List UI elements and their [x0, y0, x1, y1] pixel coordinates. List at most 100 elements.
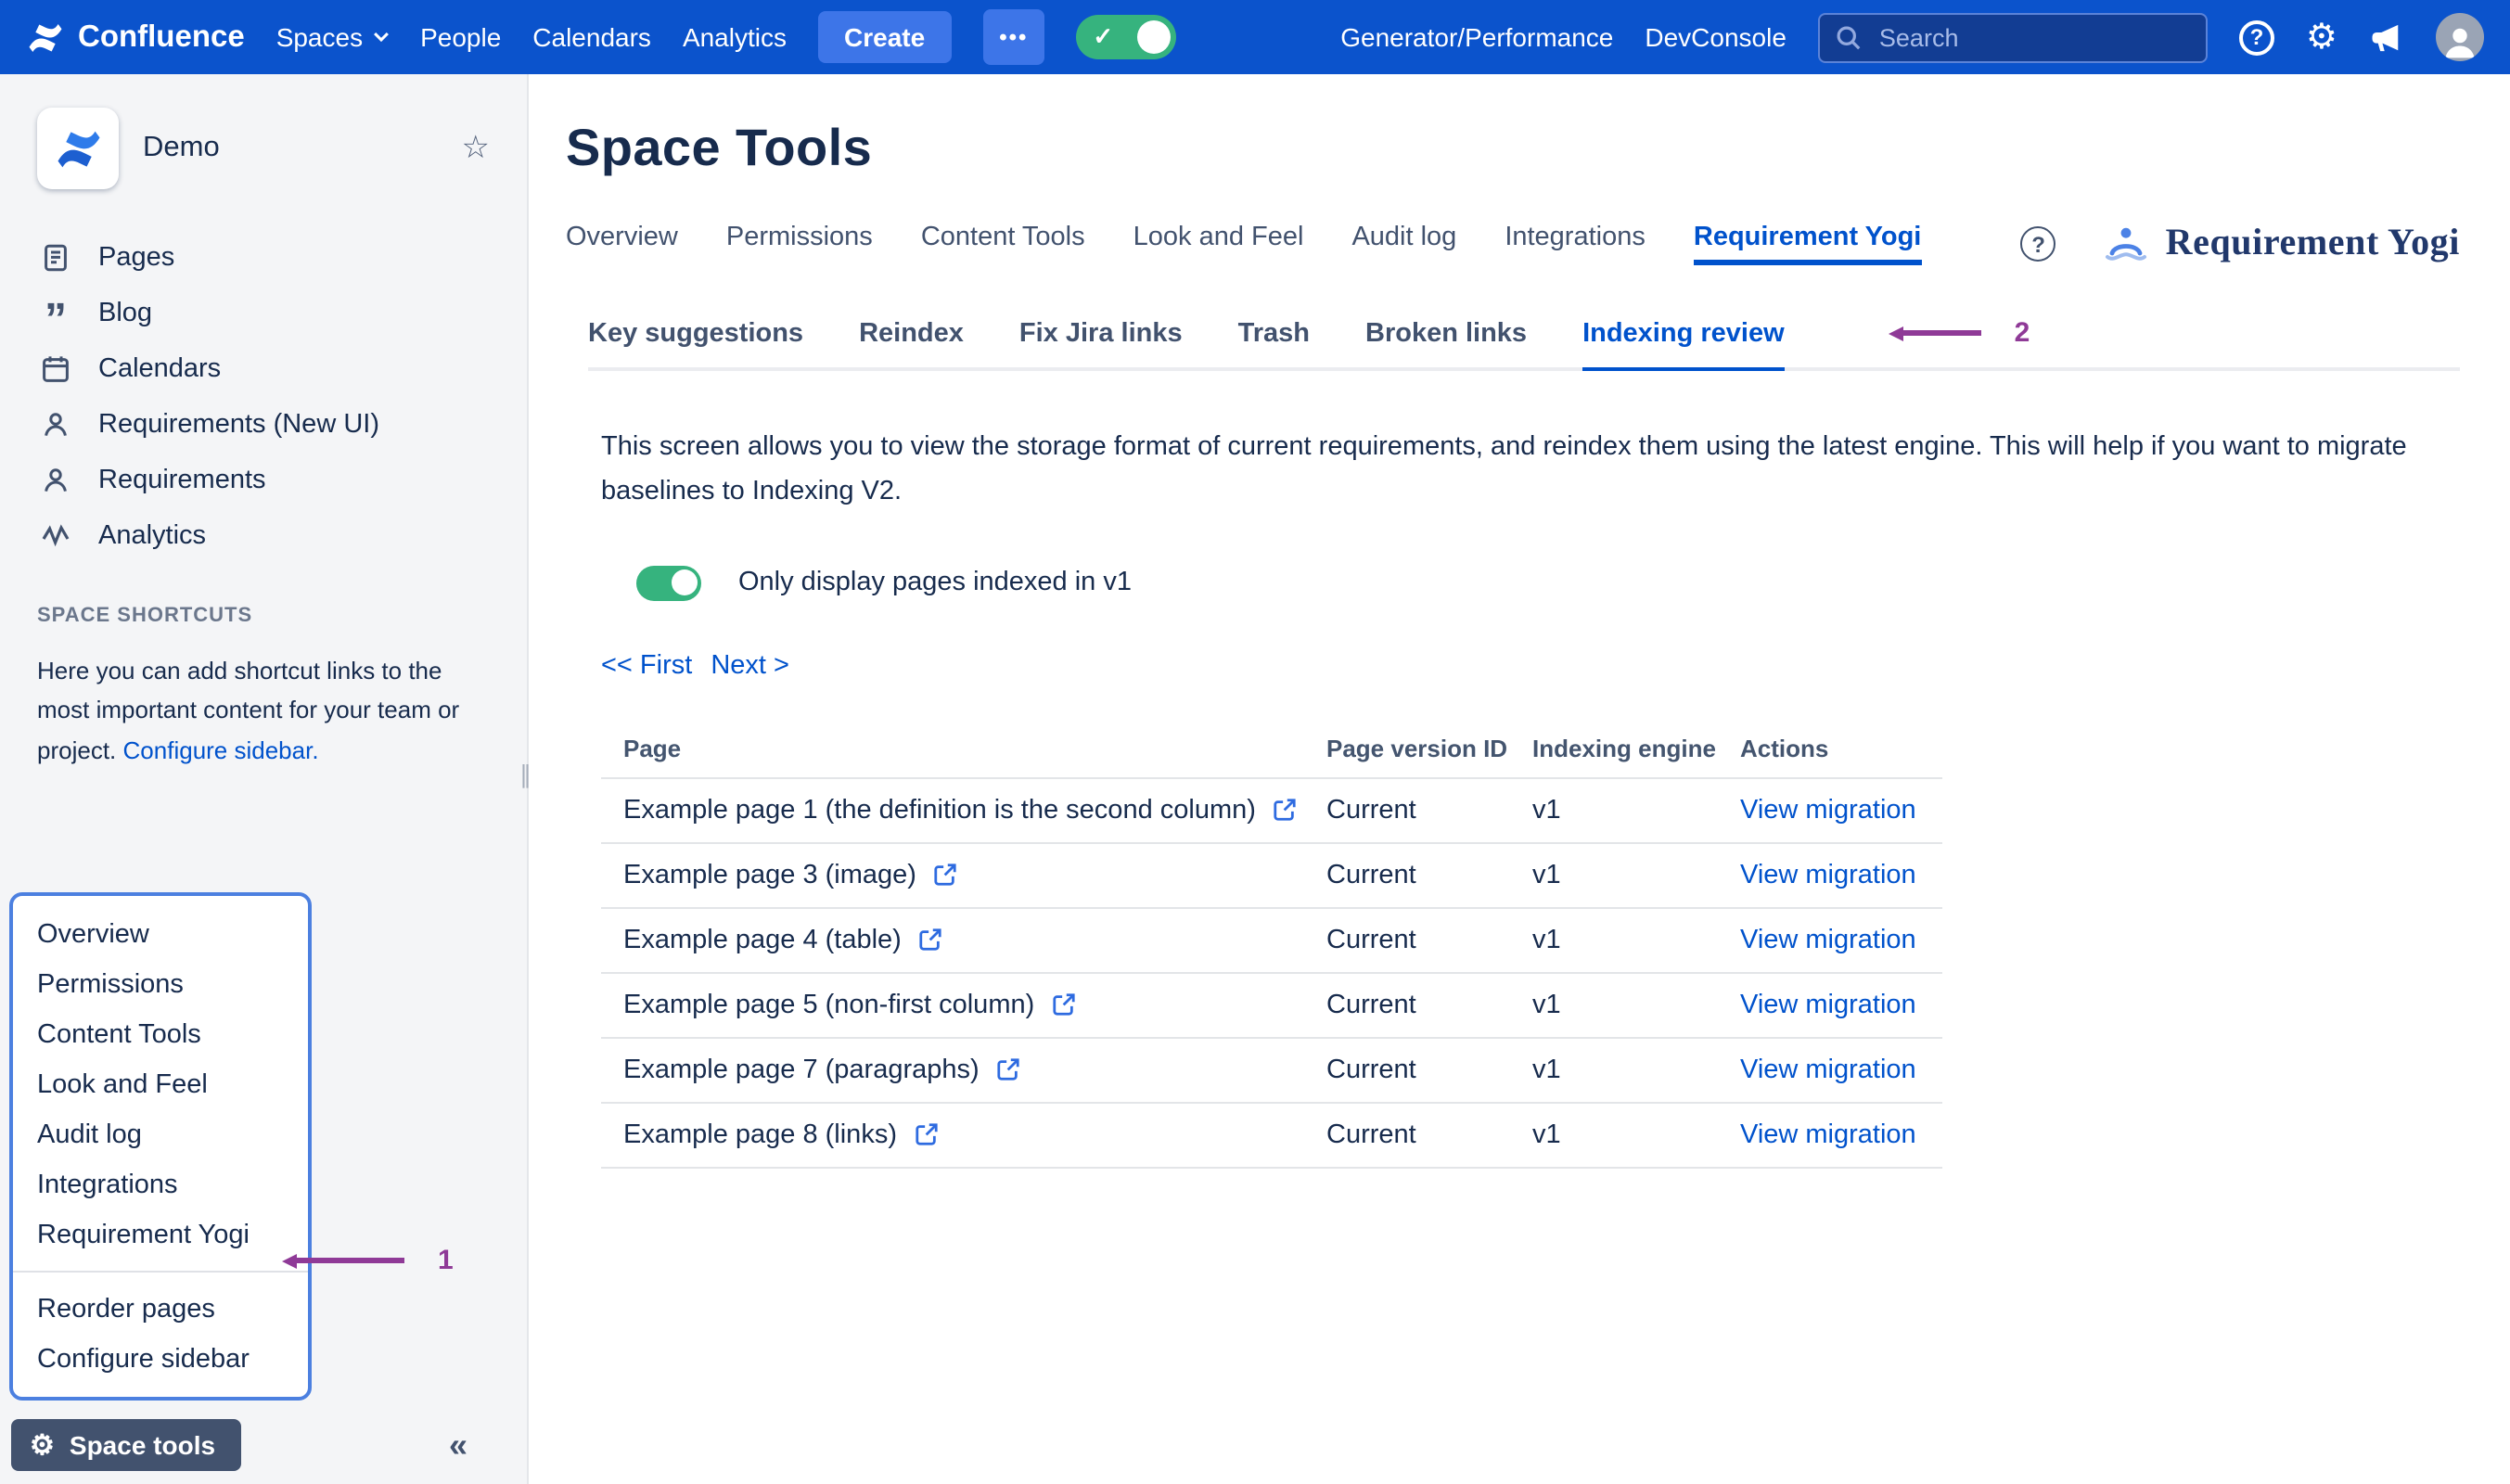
blog-icon: ” — [37, 311, 74, 331]
view-migration-link[interactable]: View migration — [1740, 991, 1916, 1020]
external-link-icon[interactable] — [918, 928, 942, 953]
configure-sidebar-link[interactable]: Configure sidebar. — [123, 736, 319, 764]
megaphone-icon[interactable] — [2369, 21, 2404, 53]
subtab-fix-jira-links[interactable]: Fix Jira links — [1019, 319, 1183, 367]
tab-content-tools[interactable]: Content Tools — [921, 223, 1085, 265]
space-shortcuts-text: Here you can add shortcut links to the m… — [37, 651, 490, 771]
page-version: Current — [1326, 926, 1532, 955]
v1-filter-toggle[interactable] — [636, 566, 701, 601]
top-navigation: Confluence Spaces People Calendars Analy… — [0, 0, 2510, 74]
view-migration-link[interactable]: View migration — [1740, 926, 1916, 955]
create-button[interactable]: Create — [818, 11, 951, 63]
page-version: Current — [1326, 991, 1532, 1020]
filter-toggle-row: Only display pages indexed in v1 — [636, 566, 2460, 601]
search-icon — [1835, 23, 1863, 51]
help-icon[interactable]: ? — [2021, 226, 2056, 262]
column-header-actions: Actions — [1740, 736, 1942, 763]
body: Demo ☆ Pages ” Blog Ca — [0, 74, 2510, 1484]
pagination-next-link[interactable]: Next > — [711, 651, 789, 681]
requirement-yogi-logo: Requirement Yogi — [2105, 223, 2460, 265]
main-content: Space Tools Overview Permissions Content… — [529, 74, 2510, 1484]
popup-item-reorder-pages[interactable]: Reorder pages — [13, 1284, 308, 1334]
tab-overview[interactable]: Overview — [566, 223, 678, 265]
space-tools-button[interactable]: ⚙ Space tools — [11, 1419, 241, 1471]
pages-icon — [37, 243, 74, 273]
external-link-icon[interactable] — [933, 864, 957, 888]
popup-item-permissions[interactable]: Permissions — [13, 959, 308, 1009]
tab-requirement-yogi[interactable]: Requirement Yogi — [1694, 223, 1921, 265]
space-name: Demo — [143, 132, 438, 165]
sidebar-item-requirements-new-ui[interactable]: Requirements (New UI) — [37, 397, 490, 453]
confluence-logo-icon — [26, 18, 65, 57]
external-link-icon[interactable] — [996, 1058, 1020, 1082]
favorite-star-icon[interactable]: ☆ — [462, 130, 491, 167]
nav-calendars[interactable]: Calendars — [532, 22, 651, 52]
tab-look-and-feel[interactable]: Look and Feel — [1133, 223, 1304, 265]
pagination-first-link[interactable]: << First — [601, 651, 692, 681]
subtab-broken-links[interactable]: Broken links — [1365, 319, 1527, 367]
nav-analytics[interactable]: Analytics — [683, 22, 787, 52]
page: Confluence Spaces People Calendars Analy… — [0, 0, 2510, 1484]
external-link-icon[interactable] — [1273, 799, 1297, 823]
annotation-label-2: 2 — [2015, 317, 2030, 349]
table-row: Example page 4 (table) Current v1 View m… — [601, 909, 1942, 974]
space-tools-tabs: Overview Permissions Content Tools Look … — [566, 223, 2460, 265]
indexing-engine: v1 — [1532, 926, 1740, 955]
nav-people[interactable]: People — [420, 22, 501, 52]
tab-permissions[interactable]: Permissions — [726, 223, 873, 265]
subtab-key-suggestions[interactable]: Key suggestions — [588, 319, 803, 367]
subtab-trash[interactable]: Trash — [1238, 319, 1310, 367]
subtab-reindex[interactable]: Reindex — [859, 319, 964, 367]
sidebar-item-requirements[interactable]: Requirements — [37, 453, 490, 508]
popup-item-content-tools[interactable]: Content Tools — [13, 1009, 308, 1059]
space-tools-popup-menu: Overview Permissions Content Tools Look … — [9, 892, 312, 1401]
external-link-icon[interactable] — [914, 1123, 938, 1147]
subtab-indexing-review[interactable]: Indexing review — [1582, 319, 1785, 371]
column-header-page: Page — [623, 736, 1326, 763]
gear-icon[interactable]: ⚙ — [2306, 19, 2337, 55]
collapse-sidebar-icon[interactable]: « — [449, 1426, 467, 1465]
table-header-row: Page Page version ID Indexing engine Act… — [601, 722, 1942, 779]
popup-item-look-and-feel[interactable]: Look and Feel — [13, 1059, 308, 1109]
status-toggle[interactable]: ✓ — [1076, 15, 1176, 59]
sidebar-item-pages[interactable]: Pages — [37, 230, 490, 286]
requirement-yogi-subtabs: Key suggestions Reindex Fix Jira links T… — [588, 317, 2460, 371]
external-link-icon[interactable] — [1051, 993, 1075, 1017]
confluence-home-link[interactable]: Confluence — [26, 18, 245, 57]
v1-filter-toggle-label: Only display pages indexed in v1 — [738, 569, 1132, 598]
search-box[interactable] — [1818, 12, 2208, 62]
popup-item-requirement-yogi[interactable]: Requirement Yogi — [13, 1209, 308, 1260]
space-shortcuts-heading: SPACE SHORTCUTS — [37, 605, 490, 627]
avatar[interactable] — [2436, 13, 2484, 61]
view-migration-link[interactable]: View migration — [1740, 861, 1916, 890]
table-row: Example page 1 (the definition is the se… — [601, 779, 1942, 844]
nav-generator-performance[interactable]: Generator/Performance — [1340, 22, 1613, 52]
tab-audit-log[interactable]: Audit log — [1351, 223, 1456, 265]
sidebar-resize-grip[interactable]: ∥ — [519, 761, 531, 790]
indexing-engine: v1 — [1532, 1120, 1740, 1150]
space-sidebar: Demo ☆ Pages ” Blog Ca — [0, 74, 529, 1484]
view-migration-link[interactable]: View migration — [1740, 1055, 1916, 1085]
gear-icon: ⚙ — [30, 1431, 55, 1459]
nav-spaces[interactable]: Spaces — [276, 22, 389, 52]
view-migration-link[interactable]: View migration — [1740, 796, 1916, 825]
page-version: Current — [1326, 796, 1532, 825]
sidebar-item-analytics[interactable]: Analytics — [37, 508, 490, 564]
popup-item-configure-sidebar[interactable]: Configure sidebar — [13, 1334, 308, 1384]
popup-item-audit-log[interactable]: Audit log — [13, 1109, 308, 1159]
sidebar-item-blog[interactable]: ” Blog — [37, 286, 490, 341]
help-icon[interactable]: ? — [2239, 19, 2274, 55]
tab-integrations[interactable]: Integrations — [1505, 223, 1646, 265]
nav-devconsole[interactable]: DevConsole — [1645, 22, 1786, 52]
space-logo[interactable] — [37, 108, 119, 189]
page-title: Example page 8 (links) — [623, 1120, 897, 1150]
popup-item-integrations[interactable]: Integrations — [13, 1159, 308, 1209]
view-migration-link[interactable]: View migration — [1740, 1120, 1916, 1150]
page-version: Current — [1326, 1120, 1532, 1150]
brand-name: Confluence — [78, 19, 245, 55]
popup-item-overview[interactable]: Overview — [13, 909, 308, 959]
sidebar-item-calendars[interactable]: Calendars — [37, 341, 490, 397]
search-input[interactable] — [1876, 21, 2191, 53]
person-icon — [37, 466, 74, 495]
more-button[interactable]: ••• — [982, 9, 1044, 65]
